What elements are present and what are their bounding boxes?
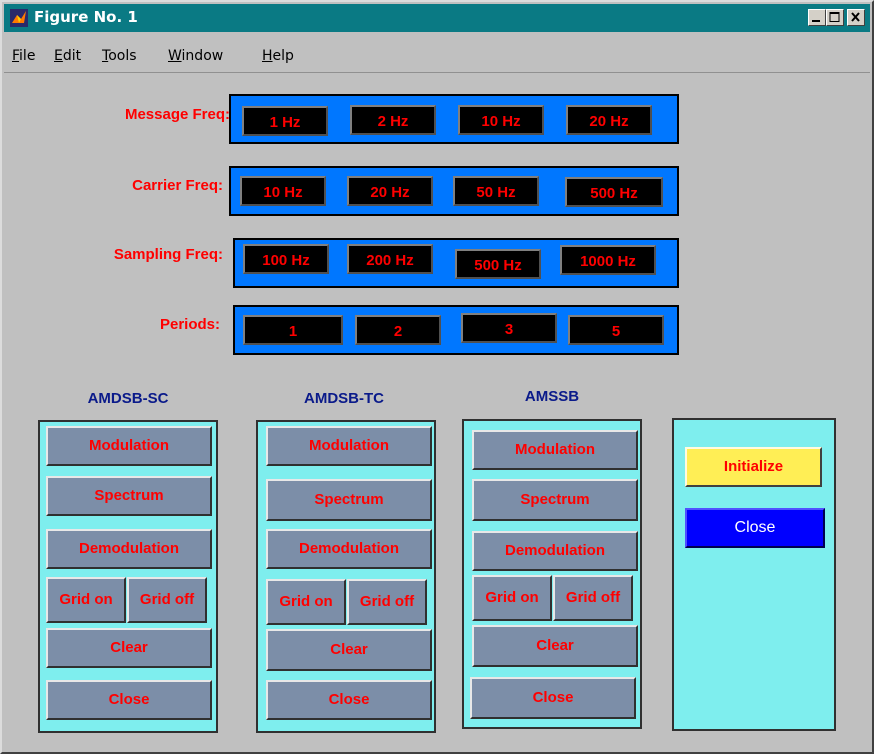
periods-panel: 1 2 3 5 — [233, 305, 679, 355]
amssb-title: AMSSB — [524, 388, 580, 405]
amssb-close-button[interactable]: Close — [470, 677, 636, 719]
sampling-freq-label: Sampling Freq: — [113, 246, 223, 263]
amdsb-tc-clear-button[interactable]: Clear — [266, 629, 432, 671]
carrier-freq-20hz-button[interactable]: 20 Hz — [347, 176, 433, 206]
amdsb-tc-panel: Modulation Spectrum Demodulation Grid on… — [256, 420, 436, 733]
amdsb-sc-close-button[interactable]: Close — [46, 680, 212, 720]
carrier-freq-label: Carrier Freq: — [132, 177, 223, 194]
window-title: Figure No. 1 — [34, 8, 138, 26]
periods-5-button[interactable]: 5 — [568, 315, 664, 345]
amdsb-tc-demodulation-button[interactable]: Demodulation — [266, 529, 432, 569]
amdsb-sc-spectrum-button[interactable]: Spectrum — [46, 476, 212, 516]
menu-file[interactable]: File — [12, 48, 35, 64]
amdsb-tc-grid-on-button[interactable]: Grid on — [266, 579, 346, 625]
amssb-modulation-button[interactable]: Modulation — [472, 430, 638, 470]
amssb-grid-off-button[interactable]: Grid off — [553, 575, 633, 621]
maximize-icon — [829, 12, 840, 22]
minimize-icon — [812, 20, 820, 22]
menu-edit[interactable]: Edit — [54, 48, 81, 64]
carrier-freq-50hz-button[interactable]: 50 Hz — [453, 176, 539, 206]
amssb-panel: Modulation Spectrum Demodulation Grid on… — [462, 419, 642, 729]
sampling-freq-panel: 100 Hz 200 Hz 500 Hz 1000 Hz — [233, 238, 679, 288]
carrier-freq-500hz-button[interactable]: 500 Hz — [565, 177, 663, 207]
close-button[interactable]: Close — [685, 508, 825, 548]
sampling-freq-1000hz-button[interactable]: 1000 Hz — [560, 245, 656, 275]
message-freq-label: Message Freq: — [124, 106, 230, 123]
amssb-demodulation-button[interactable]: Demodulation — [472, 531, 638, 571]
menu-separator — [4, 72, 870, 73]
menu-window[interactable]: Window — [168, 48, 223, 64]
message-freq-panel: 1 Hz 2 Hz 10 Hz 20 Hz — [229, 94, 679, 144]
amdsb-sc-grid-off-button[interactable]: Grid off — [127, 577, 207, 623]
amssb-clear-button[interactable]: Clear — [472, 625, 638, 667]
amssb-spectrum-button[interactable]: Spectrum — [472, 479, 638, 521]
amdsb-sc-grid-on-button[interactable]: Grid on — [46, 577, 126, 623]
sampling-freq-100hz-button[interactable]: 100 Hz — [243, 244, 329, 274]
title-bar[interactable]: Figure No. 1 — [4, 4, 870, 32]
menu-help[interactable]: Help — [262, 48, 294, 64]
close-icon — [851, 12, 860, 22]
message-freq-20hz-button[interactable]: 20 Hz — [566, 105, 652, 135]
amdsb-sc-clear-button[interactable]: Clear — [46, 628, 212, 668]
menu-tools[interactable]: Tools — [102, 48, 137, 64]
figure-window: Figure No. 1 File Edit Tools Window Help… — [0, 0, 874, 754]
amdsb-tc-title: AMDSB-TC — [304, 390, 384, 407]
periods-1-button[interactable]: 1 — [243, 315, 343, 345]
sampling-freq-200hz-button[interactable]: 200 Hz — [347, 244, 433, 274]
periods-label: Periods: — [159, 316, 220, 333]
periods-2-button[interactable]: 2 — [355, 315, 441, 345]
message-freq-10hz-button[interactable]: 10 Hz — [458, 105, 544, 135]
amdsb-sc-modulation-button[interactable]: Modulation — [46, 426, 212, 466]
amdsb-tc-close-button[interactable]: Close — [266, 680, 432, 720]
matlab-icon — [10, 9, 28, 27]
amdsb-tc-spectrum-button[interactable]: Spectrum — [266, 479, 432, 521]
sampling-freq-500hz-button[interactable]: 500 Hz — [455, 249, 541, 279]
periods-3-button[interactable]: 3 — [461, 313, 557, 343]
maximize-button[interactable] — [826, 9, 844, 26]
amdsb-sc-title: AMDSB-SC — [87, 390, 169, 407]
amdsb-sc-panel: Modulation Spectrum Demodulation Grid on… — [38, 420, 218, 733]
message-freq-1hz-button[interactable]: 1 Hz — [242, 106, 328, 136]
amdsb-sc-demodulation-button[interactable]: Demodulation — [46, 529, 212, 569]
amssb-grid-on-button[interactable]: Grid on — [472, 575, 552, 621]
carrier-freq-10hz-button[interactable]: 10 Hz — [240, 176, 326, 206]
amdsb-tc-grid-off-button[interactable]: Grid off — [347, 579, 427, 625]
minimize-button[interactable] — [808, 9, 826, 26]
carrier-freq-panel: 10 Hz 20 Hz 50 Hz 500 Hz — [229, 166, 679, 216]
amdsb-tc-modulation-button[interactable]: Modulation — [266, 426, 432, 466]
menu-bar: File Edit Tools Window Help — [4, 46, 870, 70]
message-freq-2hz-button[interactable]: 2 Hz — [350, 105, 436, 135]
close-window-button[interactable] — [847, 9, 865, 26]
initialize-button[interactable]: Initialize — [685, 447, 822, 487]
